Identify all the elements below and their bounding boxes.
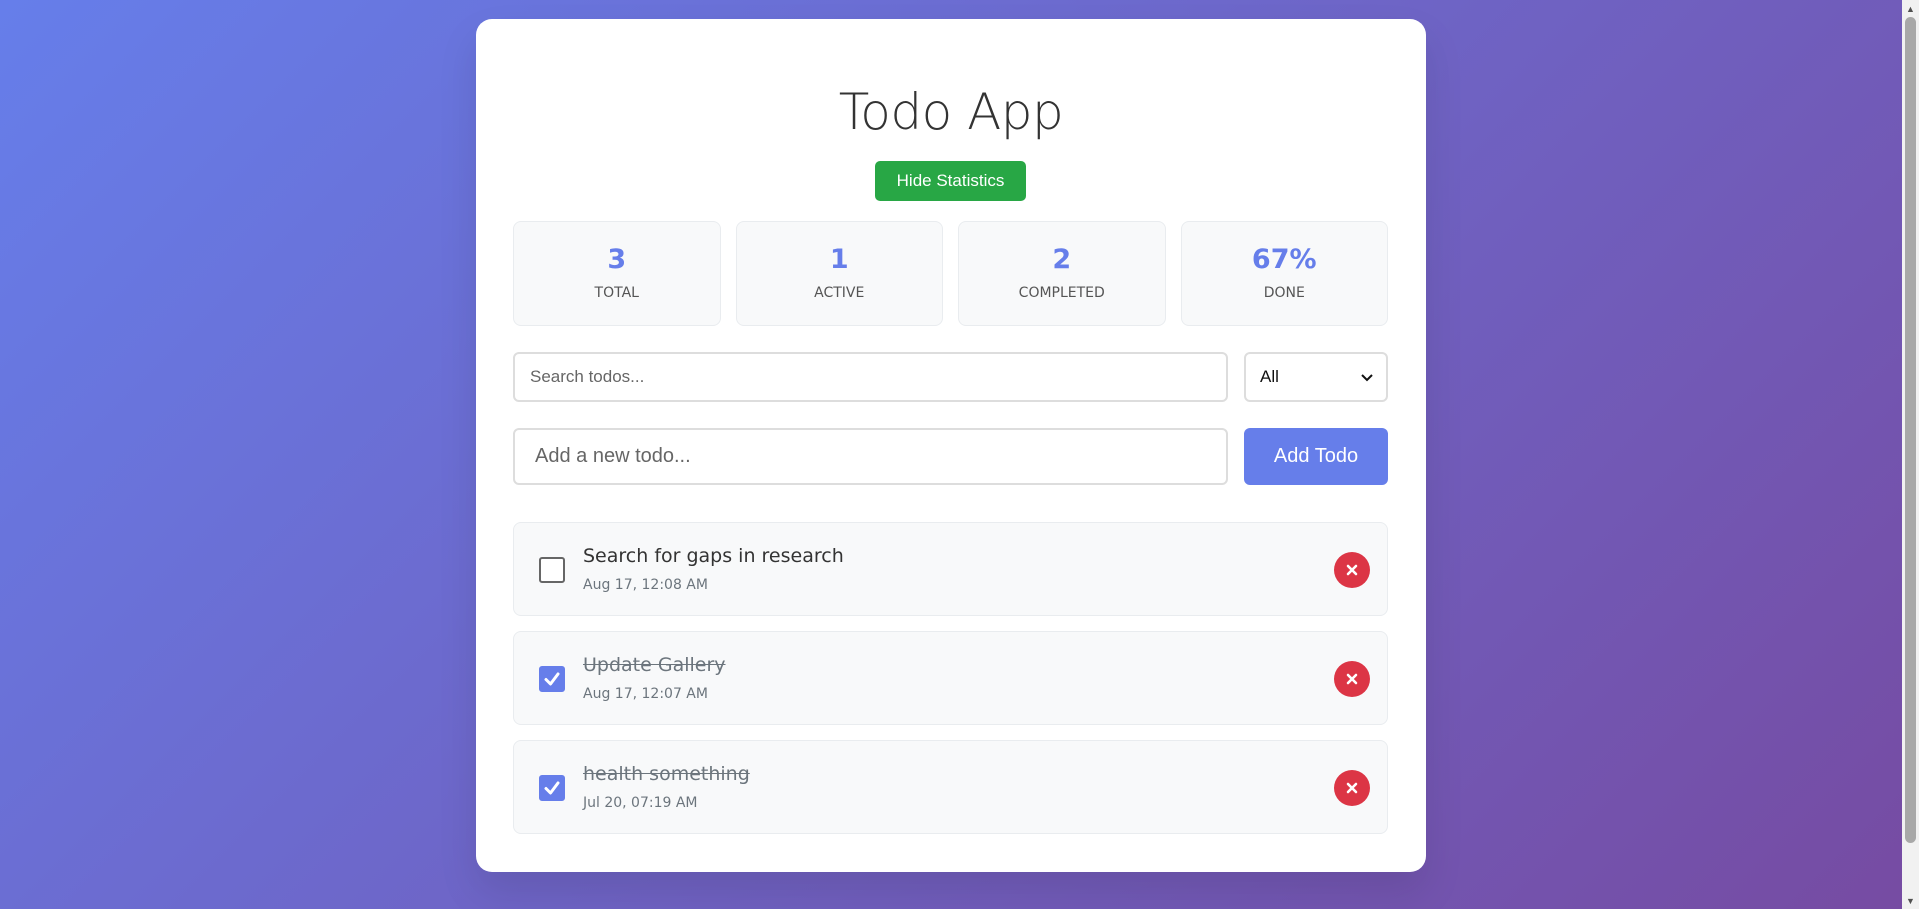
close-icon bbox=[1346, 782, 1358, 794]
search-input[interactable] bbox=[513, 352, 1228, 402]
todo-text: health something bbox=[583, 763, 750, 785]
todo-date: Aug 17, 12:07 AM bbox=[583, 686, 708, 702]
toggle-statistics-button[interactable]: Hide Statistics bbox=[875, 161, 1026, 201]
close-icon bbox=[1346, 564, 1358, 576]
todo-checkbox[interactable] bbox=[539, 557, 565, 583]
filter-selected-value: All bbox=[1260, 367, 1279, 386]
stat-value: 67% bbox=[1251, 244, 1317, 275]
stat-label: COMPLETED bbox=[1018, 285, 1105, 301]
stat-total: 3 TOTAL bbox=[513, 221, 721, 326]
todo-text: Search for gaps in research bbox=[583, 545, 844, 567]
check-icon bbox=[544, 672, 560, 686]
stat-label: DONE bbox=[1263, 285, 1305, 301]
scroll-down-arrow-icon[interactable]: ▼ bbox=[1902, 892, 1919, 909]
todo-item: Update Gallery Aug 17, 12:07 AM bbox=[513, 631, 1388, 725]
todo-item: Search for gaps in research Aug 17, 12:0… bbox=[513, 522, 1388, 616]
new-todo-input[interactable] bbox=[513, 428, 1228, 485]
todo-date: Aug 17, 12:08 AM bbox=[583, 577, 708, 593]
chevron-down-icon bbox=[1361, 374, 1373, 382]
stat-done: 67% DONE bbox=[1180, 221, 1388, 326]
scroll-up-arrow-icon[interactable]: ▲ bbox=[1902, 0, 1919, 17]
stat-value: 2 bbox=[1052, 244, 1072, 275]
stat-value: 3 bbox=[607, 244, 627, 275]
todo-item: health something Jul 20, 07:19 AM bbox=[513, 740, 1388, 834]
filter-select[interactable]: All bbox=[1244, 352, 1388, 402]
todo-checkbox[interactable] bbox=[539, 666, 565, 692]
delete-todo-button[interactable] bbox=[1334, 552, 1370, 588]
check-icon bbox=[544, 781, 560, 795]
add-todo-button[interactable]: Add Todo bbox=[1244, 428, 1388, 485]
page-scrollbar[interactable]: ▲ ▼ bbox=[1902, 0, 1919, 909]
stat-label: TOTAL bbox=[594, 285, 639, 301]
page-title: Todo App bbox=[838, 83, 1064, 141]
todo-text: Update Gallery bbox=[583, 654, 726, 676]
todo-date: Jul 20, 07:19 AM bbox=[583, 795, 698, 811]
delete-todo-button[interactable] bbox=[1334, 770, 1370, 806]
stat-completed: 2 COMPLETED bbox=[958, 221, 1166, 326]
delete-todo-button[interactable] bbox=[1334, 661, 1370, 697]
todo-checkbox[interactable] bbox=[539, 775, 565, 801]
stat-value: 1 bbox=[829, 244, 849, 275]
close-icon bbox=[1346, 673, 1358, 685]
stat-active: 1 ACTIVE bbox=[735, 221, 943, 326]
todo-card: Todo App Hide Statistics 3 TOTAL 1 ACTIV… bbox=[476, 19, 1426, 872]
statistics-panel: 3 TOTAL 1 ACTIVE 2 COMPLETED 67% DONE bbox=[513, 221, 1388, 326]
scrollbar-thumb[interactable] bbox=[1905, 17, 1916, 843]
stat-label: ACTIVE bbox=[814, 285, 865, 301]
